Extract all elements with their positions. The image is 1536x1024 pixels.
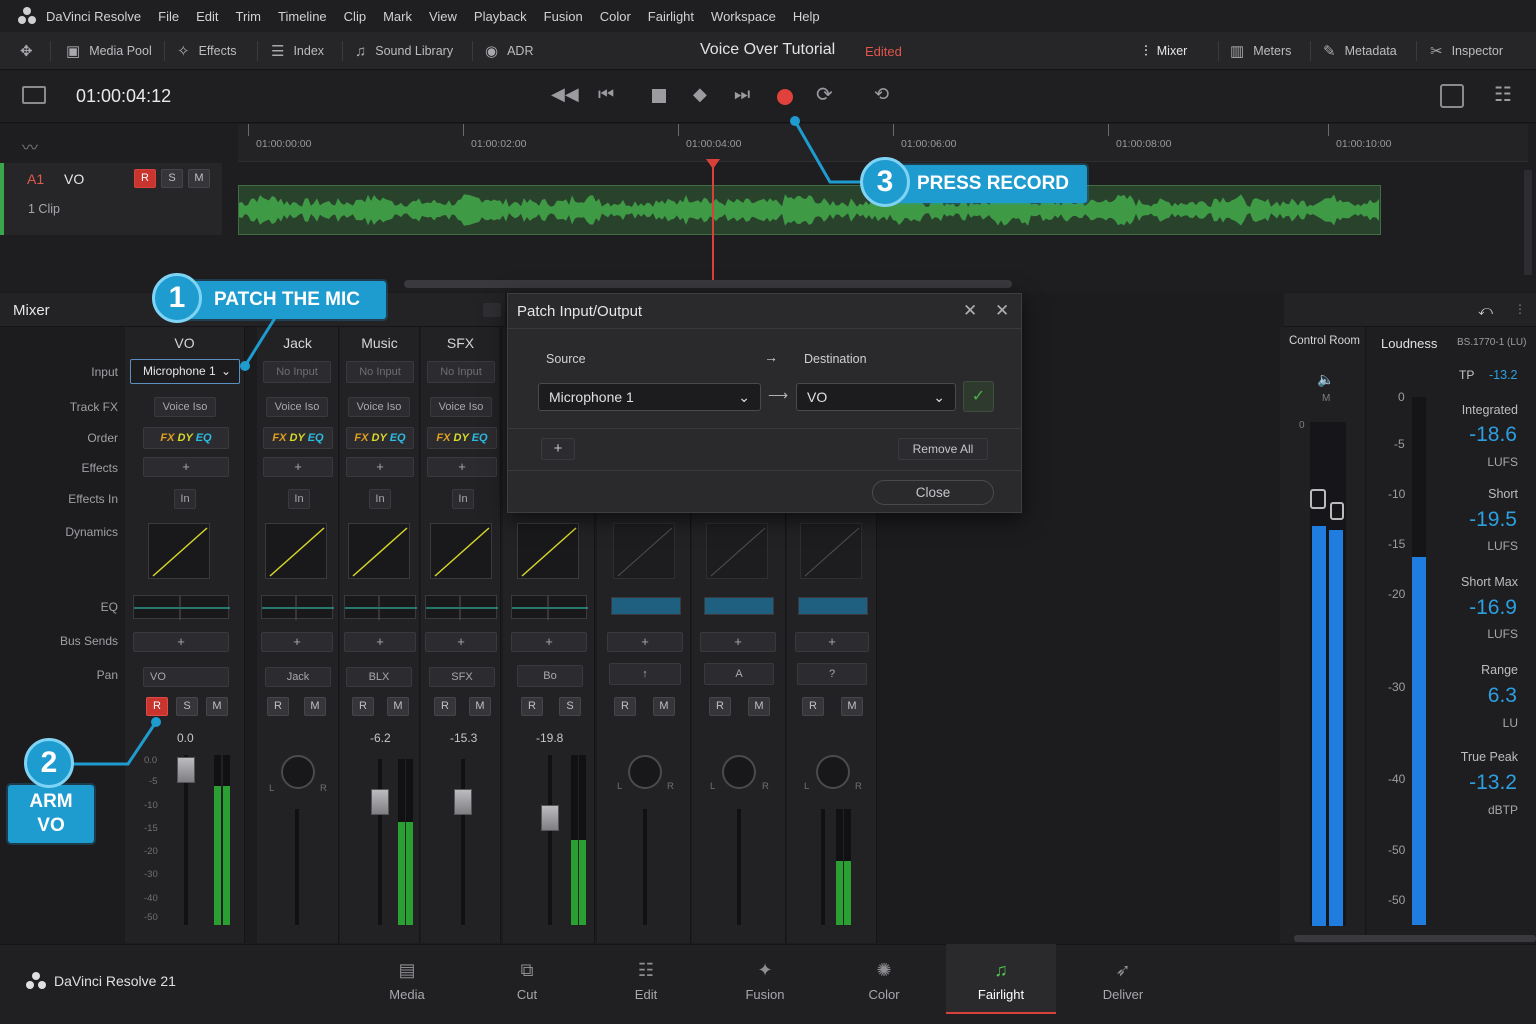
music-note-icon: ♫ bbox=[994, 960, 1008, 980]
color-page-icon: ✺ bbox=[876, 960, 892, 980]
page-tab-label: Color bbox=[868, 987, 900, 1002]
page-tab-media[interactable]: ▤ Media bbox=[352, 944, 462, 1014]
edit-page-icon: ☷ bbox=[637, 960, 655, 980]
page-tab-cut[interactable]: ⧉ Cut bbox=[472, 944, 582, 1014]
cut-page-icon: ⧉ bbox=[520, 960, 534, 980]
media-page-icon: ▤ bbox=[398, 960, 416, 980]
callout-press-record: PRESS RECORD bbox=[883, 165, 1087, 203]
app-version-label: DaVinci Resolve 21 bbox=[54, 973, 176, 989]
page-tab-label: Media bbox=[389, 987, 425, 1002]
callout-arm-vo: ARM VO bbox=[8, 785, 94, 843]
page-tab-edit[interactable]: ☷ Edit bbox=[591, 944, 701, 1014]
page-tab-label: Fusion bbox=[745, 987, 785, 1002]
callout-number-3: 3 bbox=[860, 157, 910, 207]
page-tab-fairlight[interactable]: ♫ Fairlight bbox=[946, 944, 1056, 1014]
callout-vo-line: VO bbox=[37, 815, 65, 836]
fusion-page-icon: ✦ bbox=[757, 960, 773, 980]
davinci-logo-icon bbox=[26, 972, 46, 990]
page-tab-label: Deliver bbox=[1102, 987, 1144, 1002]
callout-arm-line: ARM bbox=[29, 791, 73, 812]
rocket-icon: ➶ bbox=[1115, 960, 1131, 980]
page-tab-fusion[interactable]: ✦ Fusion bbox=[710, 944, 820, 1014]
page-tab-color[interactable]: ✺ Color bbox=[829, 944, 939, 1014]
page-tab-label: Fairlight bbox=[977, 987, 1025, 1002]
callout-number-2: 2 bbox=[24, 738, 74, 788]
callout-number-1: 1 bbox=[152, 273, 202, 323]
callout-patch-the-mic: PATCH THE MIC bbox=[180, 281, 386, 319]
page-tab-label: Edit bbox=[634, 987, 658, 1002]
callout-connectors bbox=[74, 116, 862, 766]
page-tab-label: Cut bbox=[516, 987, 538, 1002]
page-tab-deliver[interactable]: ➶ Deliver bbox=[1068, 944, 1178, 1014]
